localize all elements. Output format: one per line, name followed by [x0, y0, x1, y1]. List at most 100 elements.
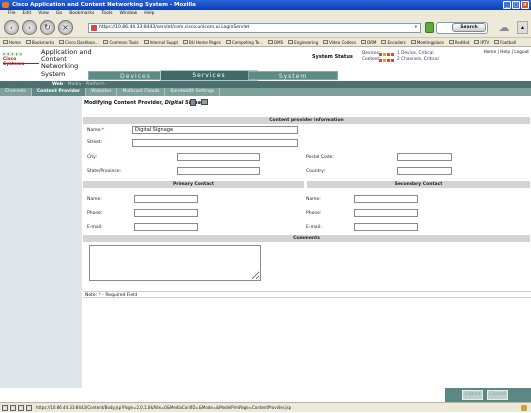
- note-label: Note:: [85, 293, 98, 298]
- status-icon[interactable]: [26, 405, 32, 411]
- primary-name-field[interactable]: [134, 195, 198, 203]
- bookmark-item[interactable]: DMS: [268, 38, 283, 46]
- subtab-multicast-clouds[interactable]: Multicast Clouds: [117, 88, 166, 96]
- secondary-phone-field[interactable]: [354, 209, 418, 217]
- trash-icon[interactable]: [190, 99, 196, 106]
- header-links[interactable]: Home | Help | Logout: [483, 50, 529, 55]
- bookmark-item[interactable]: DRM: [361, 38, 376, 46]
- reload-icon[interactable]: ↻: [40, 20, 55, 35]
- bookmarks-toolbar: Home Bookmarks Cisco Dashboa... Common T…: [0, 38, 531, 47]
- address-bar[interactable]: https://10.86.44.33:8443/servlet/com.cis…: [88, 23, 421, 33]
- country-label: Country:: [306, 169, 326, 174]
- chevron-down-icon[interactable]: ▾: [415, 24, 417, 32]
- back-arrow-icon[interactable]: ‹: [4, 20, 19, 35]
- print-icon[interactable]: [201, 99, 208, 105]
- street-field[interactable]: [132, 139, 298, 147]
- secondary-name-field[interactable]: [354, 195, 418, 203]
- menu-bookmarks[interactable]: Bookmarks: [69, 10, 94, 18]
- system-status-label: System Status: [312, 54, 353, 60]
- bookmark-item[interactable]: Engineering: [288, 38, 318, 46]
- bookmark-item[interactable]: Encoders: [381, 38, 406, 46]
- status-icon[interactable]: [2, 405, 8, 411]
- bookmark-item[interactable]: Football: [494, 38, 516, 46]
- status-counts: Devices: 1 Device, Critical Content: 2 C…: [362, 51, 439, 63]
- subtab-channels[interactable]: Channels: [0, 88, 32, 96]
- toolbar-toggle-icon[interactable]: ▴: [517, 21, 528, 34]
- go-arrow-icon[interactable]: [425, 22, 434, 33]
- forward-arrow-icon[interactable]: ›: [22, 20, 37, 35]
- status-icon[interactable]: [18, 405, 24, 411]
- lock-icon[interactable]: [521, 405, 527, 411]
- required-note: Note: * - Required Field: [83, 291, 531, 298]
- secondary-phone-label: Phone:: [306, 211, 322, 216]
- menu-edit[interactable]: Edit: [23, 10, 32, 18]
- postal-code-field[interactable]: [397, 153, 452, 161]
- folder-icon: [323, 40, 329, 44]
- stop-icon[interactable]: ×: [58, 20, 73, 35]
- bookmark-item[interactable]: Home: [3, 38, 21, 46]
- name-field[interactable]: [132, 126, 298, 134]
- bookmark-item[interactable]: Meetingplace: [410, 38, 444, 46]
- bookmark-item[interactable]: Internal Suppt: [143, 38, 178, 46]
- required-star: *: [101, 128, 105, 133]
- subtab-content-provider[interactable]: Content Provider: [31, 88, 87, 96]
- menu-bar: File Edit View Go Bookmarks Tools Window…: [0, 10, 531, 18]
- menu-help[interactable]: Help: [144, 10, 154, 18]
- country-field[interactable]: [397, 167, 452, 175]
- status-icon[interactable]: [10, 405, 16, 411]
- info-header: Content provider information: [83, 117, 530, 124]
- minimize-button[interactable]: _: [503, 1, 511, 9]
- bookmark-item[interactable]: Common Tools: [103, 38, 139, 46]
- subnav-platform[interactable]: Platform: [86, 82, 105, 87]
- maximize-button[interactable]: □: [512, 1, 520, 9]
- web-subtabs: Channels Content Provider Websites Multi…: [0, 88, 531, 96]
- primary-name-label: Name:: [87, 197, 102, 202]
- folder-icon: [361, 40, 367, 44]
- secondary-email-field[interactable]: [354, 223, 418, 231]
- primary-phone-label: Phone:: [87, 211, 103, 216]
- search-button[interactable]: Search: [452, 23, 486, 32]
- subtab-websites[interactable]: Websites: [86, 88, 118, 96]
- content-area: Modifying Content Provider, Digital Sign…: [83, 96, 531, 388]
- bookmark-item[interactable]: BU Home Pages: [183, 38, 221, 46]
- folder-icon: [474, 40, 480, 44]
- folder-icon: [288, 40, 294, 44]
- status-square: [379, 52, 382, 56]
- tab-services[interactable]: Services: [160, 70, 258, 81]
- window-titlebar: Cisco Application and Content Networking…: [0, 0, 531, 10]
- submit-button[interactable]: Submit: [462, 390, 483, 400]
- service-subnav: Web - Media - Platform -: [0, 81, 531, 88]
- city-field[interactable]: [177, 153, 260, 161]
- status-square: [383, 58, 386, 62]
- subnav-media[interactable]: Media: [68, 82, 82, 87]
- menu-file[interactable]: File: [8, 10, 16, 18]
- secondary-contact-header: Secondary Contact: [307, 181, 530, 188]
- folder-icon: [268, 40, 274, 44]
- window-title: Cisco Application and Content Networking…: [12, 2, 196, 8]
- primary-phone-field[interactable]: [134, 209, 198, 217]
- menu-go[interactable]: Go: [56, 10, 62, 18]
- subnav-web[interactable]: Web: [52, 82, 63, 87]
- tab-system[interactable]: System: [248, 71, 338, 80]
- bookmark-item[interactable]: RedHat: [448, 38, 469, 46]
- bookmark-item[interactable]: Bookmarks: [25, 38, 54, 46]
- comments-textarea[interactable]: [89, 245, 261, 281]
- menu-tools[interactable]: Tools: [101, 10, 112, 18]
- content-status-link[interactable]: 2 Channels, Critical: [397, 57, 439, 63]
- folder-icon: [3, 40, 8, 44]
- subtab-bandwidth-settings[interactable]: Bandwidth Settings: [165, 88, 221, 96]
- menu-view[interactable]: View: [38, 10, 49, 18]
- bookmark-item[interactable]: Competing Te...: [225, 38, 263, 46]
- secondary-name-label: Name:: [306, 197, 321, 202]
- cancel-button[interactable]: Cancel: [487, 390, 508, 400]
- close-button[interactable]: ×: [521, 1, 529, 9]
- mozilla-app-icon: [2, 2, 9, 8]
- page-icon: [91, 25, 97, 31]
- primary-email-field[interactable]: [134, 223, 198, 231]
- state-field[interactable]: [177, 167, 260, 175]
- menu-window[interactable]: Window: [119, 10, 137, 18]
- left-panel: [0, 96, 82, 388]
- bookmark-item[interactable]: IPTV: [474, 38, 489, 46]
- bookmark-item[interactable]: Cisco Dashboa...: [59, 38, 98, 46]
- bookmark-item[interactable]: Video Codecs: [323, 38, 356, 46]
